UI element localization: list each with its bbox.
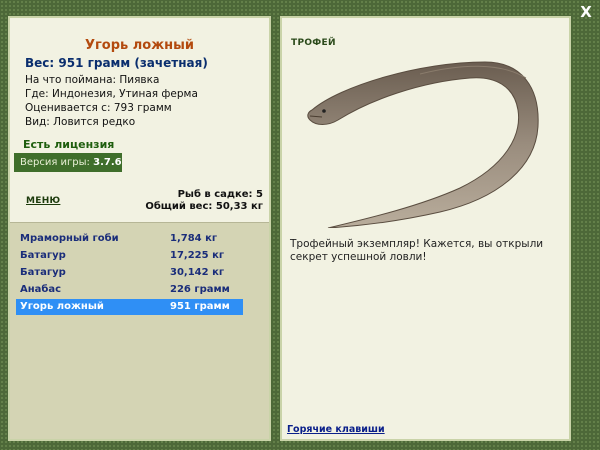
catch-name: Мраморный гоби xyxy=(20,233,119,244)
catch-weight: 226 грамм xyxy=(170,284,230,295)
catch-name: Анабас xyxy=(20,284,62,295)
list-item[interactable]: Батагур 17,225 кг xyxy=(16,248,243,264)
menu-button[interactable]: МЕНЮ xyxy=(26,196,60,206)
catch-name: Угорь ложный xyxy=(20,301,104,312)
fish-weight: Вес: 951 грамм (зачетная) xyxy=(25,56,208,70)
catch-name: Батагур xyxy=(20,267,66,278)
trophy-panel: ТРОФЕЙ Трофейный экземпляр! Кажется, вы … xyxy=(280,16,571,441)
total-weight: Общий вес: 50,33 кг xyxy=(145,201,263,212)
list-item-selected[interactable]: Угорь ложный 951 грамм xyxy=(16,299,243,315)
trophy-label: ТРОФЕЙ xyxy=(291,38,336,48)
fish-bait: На что поймана: Пиявка xyxy=(25,74,160,86)
catch-weight: 30,142 кг xyxy=(170,267,225,278)
version-bar: Версия игры: 3.7.6 xyxy=(14,153,122,172)
eel-image xyxy=(307,61,539,228)
close-icon[interactable]: X xyxy=(578,4,594,20)
list-item[interactable]: Анабас 226 грамм xyxy=(16,282,243,298)
fish-in-cage: Рыб в садке: 5 xyxy=(177,189,263,200)
license-status: Есть лицензия xyxy=(23,138,115,151)
catch-weight: 17,225 кг xyxy=(170,250,225,261)
cage-stats: Рыб в садке: 5 Общий вес: 50,33 кг xyxy=(145,189,263,213)
version-label: Версия игры: xyxy=(20,157,90,168)
catch-weight: 1,784 кг xyxy=(170,233,218,244)
version-value: 3.7.6 xyxy=(93,157,122,168)
fish-value: Оценивается с: 793 грамм xyxy=(25,102,172,114)
list-item[interactable]: Батагур 30,142 кг xyxy=(16,265,243,281)
trophy-message: Трофейный экземпляр! Кажется, вы открыли… xyxy=(290,238,544,263)
list-item[interactable]: Мраморный гоби 1,784 кг xyxy=(16,231,243,247)
hotkeys-link[interactable]: Горячие клавиши xyxy=(287,424,385,435)
catch-weight: 951 грамм xyxy=(170,301,230,312)
fish-title: Угорь ложный xyxy=(84,38,195,53)
fish-location: Где: Индонезия, Утиная ферма xyxy=(25,88,198,100)
fish-info-panel: Угорь ложный Вес: 951 грамм (зачетная) Н… xyxy=(8,16,271,441)
catch-name: Батагур xyxy=(20,250,66,261)
catch-list: Мраморный гоби 1,784 кг Батагур 17,225 к… xyxy=(10,222,269,439)
fish-kind: Вид: Ловится редко xyxy=(25,116,136,128)
